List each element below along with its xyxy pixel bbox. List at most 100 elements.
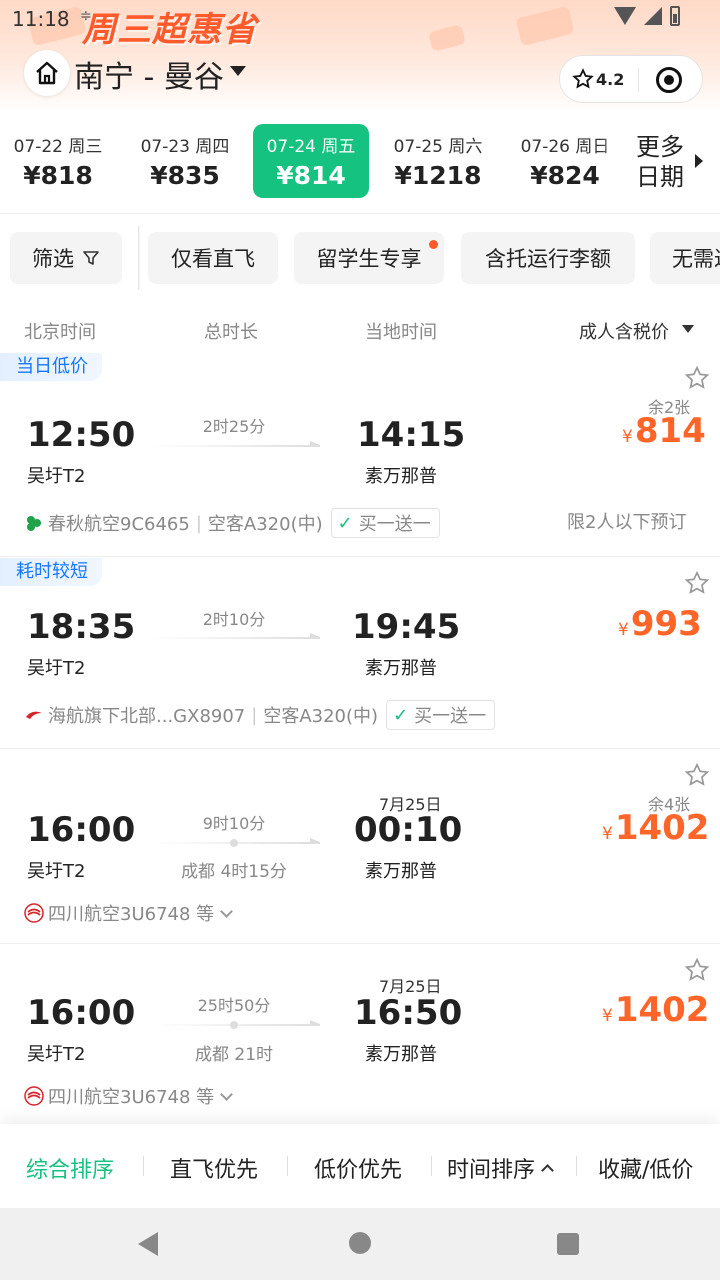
filter-student-label: 留学生专享 [316,247,422,271]
stopover-info: 成都 21时 [194,1045,274,1065]
stopover-info: 成都 4时15分 [181,862,287,882]
sort-separator [287,1156,288,1176]
route-line [154,633,320,639]
column-header: 北京时间 总时长 当地时间 成人含税价 [0,302,720,354]
arrival-airport: 素万那普 [365,658,437,679]
flight-card[interactable]: 当日低价 12:50 吴圩T2 2时25分 14:15 素万那普 余2张 ¥81… [0,353,720,557]
flight-card[interactable]: 16:00 吴圩T2 25时50分 成都 21时 7月25日 16:50 素万那… [0,945,720,1125]
close-target-icon[interactable] [656,67,682,93]
header: 11:18 ≑ 周三超惠省 南宁 - 曼谷 4.2 [0,0,720,112]
favorite-star-icon[interactable] [684,957,710,983]
booking-limit: 限2人以下预订 [567,512,687,533]
sort-separator [576,1156,577,1176]
sort-bar: 综合排序 直飞优先 低价优先 时间排序 收藏/低价 [0,1124,720,1208]
date-item-0722[interactable]: 07-22 周三 ¥818 [0,124,116,198]
filter-baggage[interactable]: 含托运行李额 [461,232,635,284]
price-value: 1402 [614,990,710,1030]
check-icon: ✓ [393,704,409,726]
wifi-icon [614,7,636,25]
battery-icon [670,6,680,26]
chevron-down-icon[interactable] [220,1087,234,1101]
col-beijing-time: 北京时间 [24,322,96,343]
airline-row[interactable]: 四川航空3U6748 等 [24,1083,234,1109]
airline-row[interactable]: 四川航空3U6748 等 [24,900,234,926]
more-dates-arrow-icon[interactable] [695,154,703,168]
route-title[interactable]: 南宁 - 曼谷 [74,52,224,96]
sort-time-label: 时间排序 [447,1158,536,1183]
more-dates-button[interactable]: 更多日期 [636,132,692,192]
sort-direct-tab[interactable]: 直飞优先 [170,1152,258,1184]
route-dropdown-icon[interactable] [230,66,246,76]
date-price: ¥814 [276,161,346,190]
departure-time: 16:00 [27,810,136,850]
signal-icon [644,7,662,25]
sort-time-tab[interactable]: 时间排序 [447,1152,554,1184]
system-icons [614,6,680,26]
arrival-time: 19:45 [352,607,461,647]
currency-symbol: ¥ [622,427,633,447]
favorite-star-icon[interactable] [684,762,710,788]
filter-bar: 筛选 仅看直飞 留学生专享 含托运行李额 无需过境签 [0,214,720,302]
arrival-airport: 素万那普 [365,466,437,487]
filter-student[interactable]: 留学生专享 [294,232,444,284]
chevron-down-icon[interactable] [220,904,234,918]
sort-favorites-tab[interactable]: 收藏/低价 [598,1152,693,1184]
flight-tag: 当日低价 [0,353,102,381]
date-price: ¥818 [23,161,93,190]
filter-separator [138,226,140,290]
check-icon: ✓ [337,512,353,534]
date-label: 07-24 周五 [266,137,356,157]
promo-badge: ✓ 买一送一 [386,700,496,730]
row-separator: | [251,704,258,726]
arrival-airport: 素万那普 [365,1044,437,1065]
promo-label: 买一送一 [358,514,431,535]
flight-price: ¥1402 [602,990,709,1030]
filter-direct-only[interactable]: 仅看直飞 [148,232,278,284]
mini-program-capsule: 4.2 [559,55,703,103]
sort-overall-tab[interactable]: 综合排序 [26,1152,114,1184]
back-icon[interactable] [138,1232,158,1256]
airline-name: 海航旗下北部...GX8907 [48,706,246,727]
flight-price: ¥993 [618,604,702,644]
favorite-star-icon[interactable] [684,365,710,391]
date-item-0724-selected[interactable]: 07-24 周五 ¥814 [253,124,369,198]
star-icon [572,68,594,89]
home-icon [36,61,58,85]
currency-symbol: ¥ [618,620,629,640]
currency-symbol: ¥ [602,1006,613,1026]
favorite-star-icon[interactable] [684,570,710,596]
filter-button[interactable]: 筛选 [10,232,122,284]
date-label: 07-25 周六 [393,137,483,157]
flight-price: ¥1402 [602,808,709,848]
date-label: 07-23 周四 [140,137,230,157]
home-circle-icon[interactable] [349,1232,371,1254]
filter-no-visa[interactable]: 无需过境签 [650,232,720,284]
airline-row: 春秋航空9C6465 | 空客A320(中) ✓ 买一送一 [24,508,440,538]
sort-low-price-tab[interactable]: 低价优先 [314,1152,402,1184]
recent-apps-icon[interactable] [557,1233,579,1255]
promo-badge: ✓ 买一送一 [330,508,440,538]
airline-row: 海航旗下北部...GX8907 | 空客A320(中) ✓ 买一送一 [24,700,496,730]
price-value: 1402 [614,808,710,848]
flight-duration: 25时50分 [197,996,271,1015]
airline-name: 四川航空3U6748 等 [48,1087,215,1108]
price-sort-toggle[interactable]: 成人含税价 [579,318,669,344]
promo-banner[interactable]: 周三超惠省 [82,2,257,51]
date-item-0725[interactable]: 07-25 周六 ¥1218 [380,124,496,198]
airline-name: 春秋航空9C6465 [48,514,190,535]
arrival-time: 14:15 [357,415,466,455]
col-total-duration: 总时长 [204,322,258,343]
funnel-icon [83,251,99,265]
date-label: 07-22 周三 [13,137,103,157]
flight-price: ¥814 [622,411,706,451]
filter-direct-label: 仅看直飞 [171,247,255,271]
home-button[interactable] [24,50,70,96]
sort-caret-icon[interactable] [682,325,694,333]
flight-card[interactable]: 16:00 吴圩T2 9时10分 成都 4时15分 7月25日 00:10 素万… [0,750,720,944]
departure-airport: 吴圩T2 [27,861,86,882]
flight-duration: 2时10分 [202,610,266,629]
stopover-dot [230,1021,238,1029]
date-item-0723[interactable]: 07-23 周四 ¥835 [127,124,243,198]
flight-card[interactable]: 耗时较短 18:35 吴圩T2 2时10分 19:45 素万那普 ¥993 海航… [0,558,720,749]
filter-no-visa-label: 无需过境签 [672,247,720,271]
